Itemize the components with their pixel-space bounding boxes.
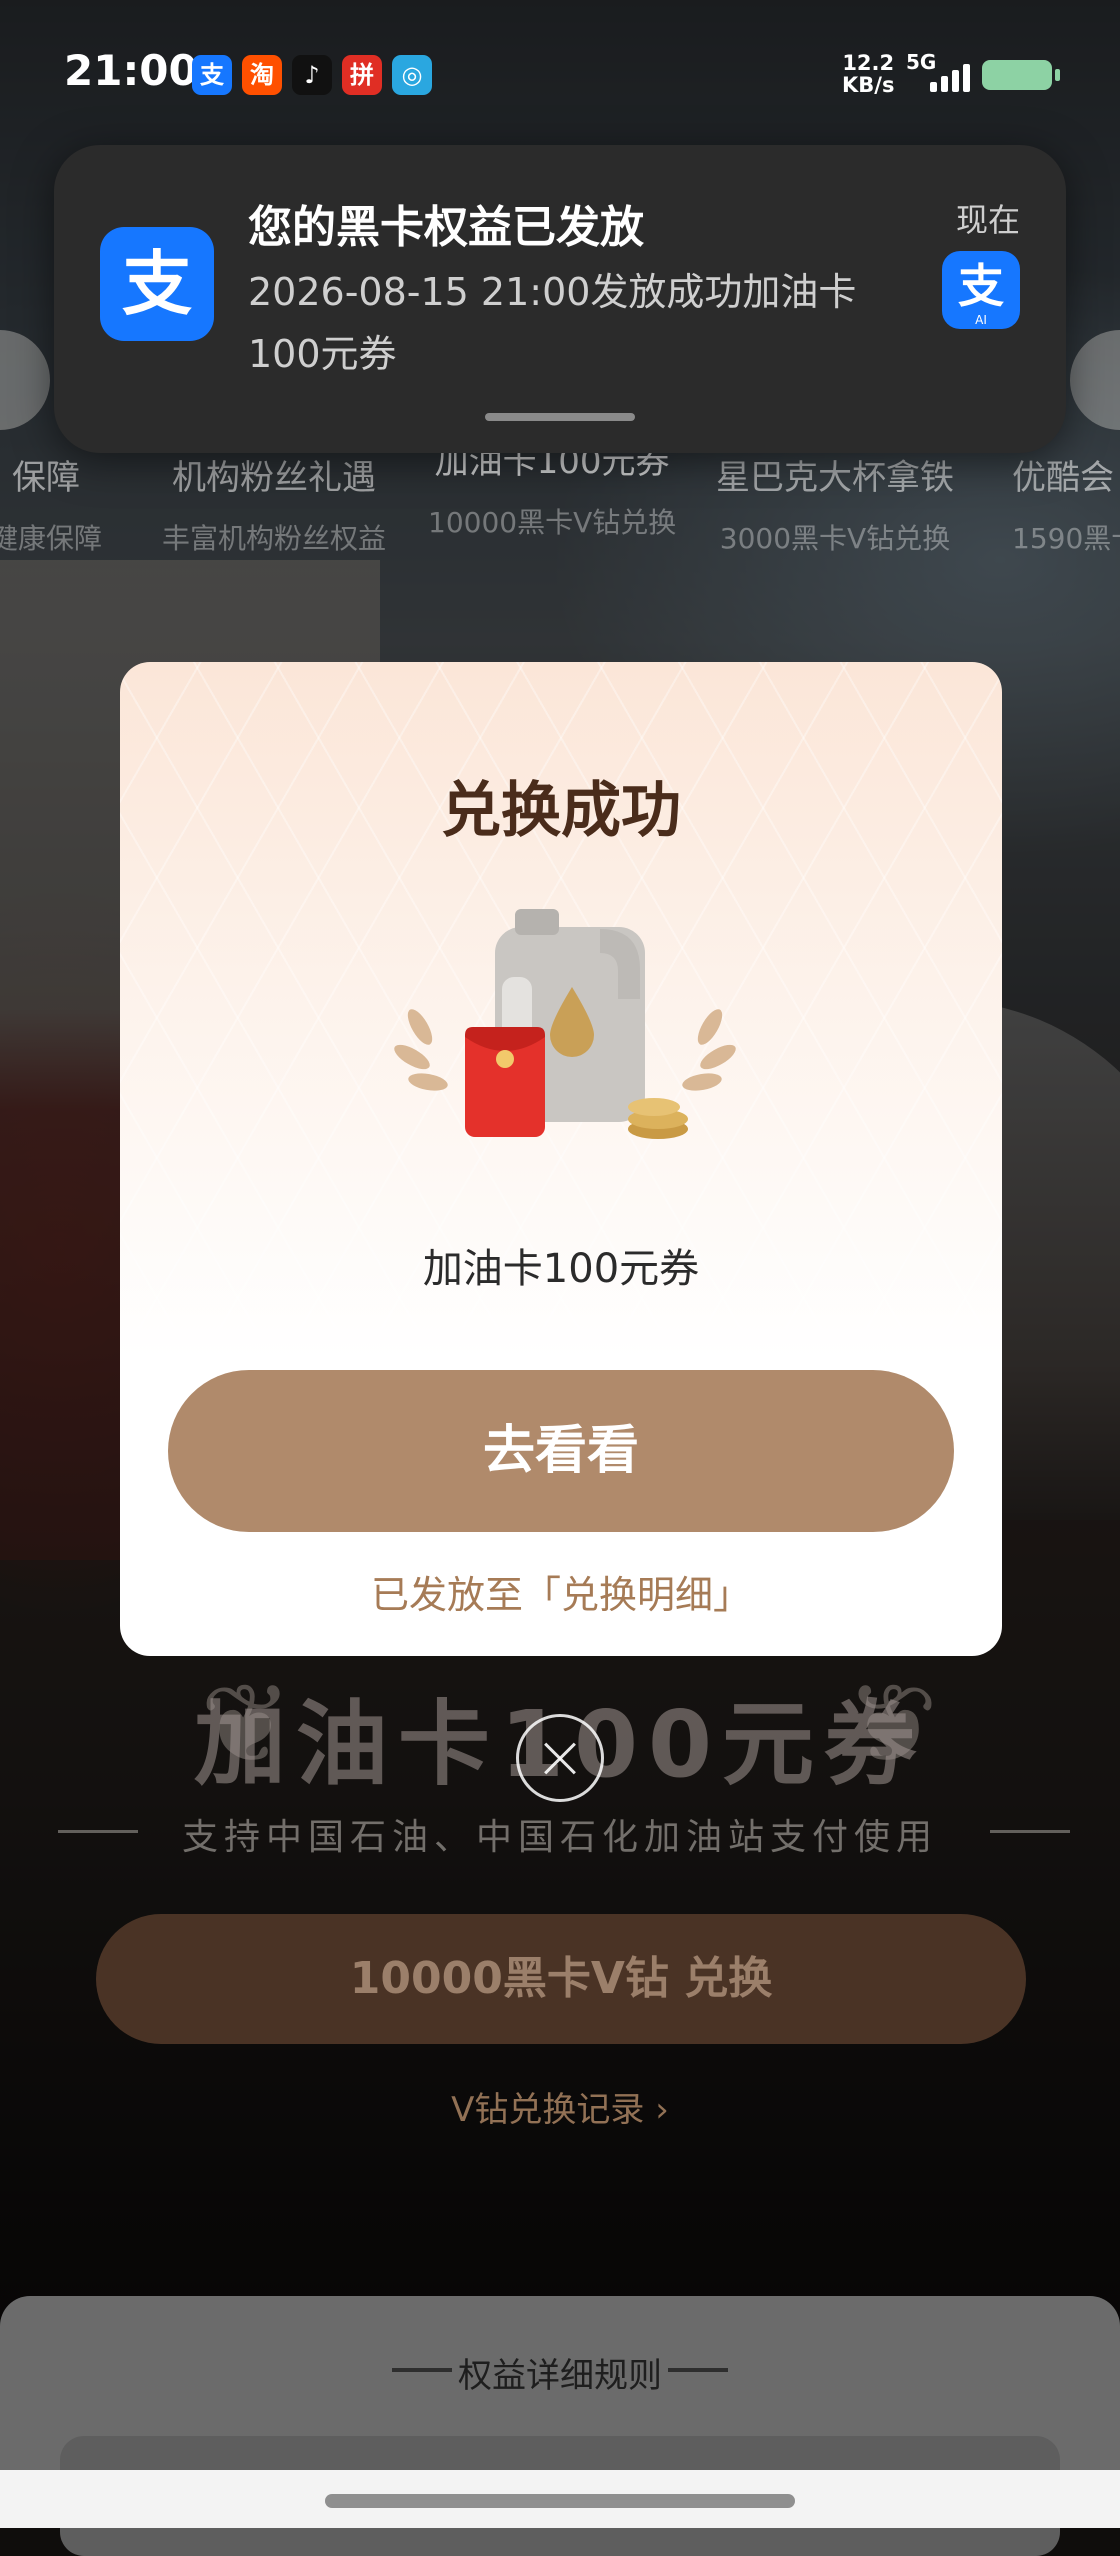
category-title: 星巴克大杯拿铁 bbox=[716, 458, 954, 498]
rules-title: 权益详细规则 bbox=[458, 2356, 662, 2396]
category-title: 保障 bbox=[12, 458, 80, 498]
taobao-icon: 淘 bbox=[242, 55, 282, 95]
battery-icon bbox=[982, 60, 1060, 90]
category-title: 优酷会 bbox=[1012, 458, 1114, 498]
redeem-success-dialog: 兑换成功 加油卡100元券 去看看 已发放至「兑换明细」 bbox=[120, 662, 1002, 1656]
app-icon: ◎ bbox=[392, 55, 432, 95]
category-item[interactable]: 保障 健康保障 bbox=[0, 450, 102, 557]
notification-time: 现在 bbox=[955, 201, 1020, 239]
alipay-app-icon: 支 bbox=[100, 227, 214, 341]
category-subtitle: 健康保障 bbox=[0, 522, 103, 555]
close-icon[interactable] bbox=[516, 1714, 604, 1802]
category-subtitle: 丰富机构粉丝权益 bbox=[162, 522, 387, 555]
notification-title: 您的黑卡权益已发放 bbox=[248, 202, 644, 253]
oil-can-gift-illustration bbox=[394, 909, 736, 1139]
dialog-note[interactable]: 已发放至「兑换明细」 bbox=[120, 1564, 1002, 1619]
redeem-records-link[interactable]: V钻兑换记录 › bbox=[0, 2082, 1120, 2131]
dialog-title: 兑换成功 bbox=[441, 776, 681, 846]
category-item[interactable]: 星巴克大杯拿铁 3000黑卡V钻兑换 bbox=[716, 450, 954, 557]
notification-banner[interactable]: 支 您的黑卡权益已发放 2026-08-15 21:00发放成功加油卡100元券… bbox=[54, 145, 1066, 453]
pinduoduo-icon-glyph: 拼 bbox=[350, 61, 374, 89]
network-speed-value: 12.2 bbox=[842, 51, 895, 75]
alipay-icon: 支 bbox=[192, 55, 232, 95]
pinduoduo-icon: 拼 bbox=[342, 55, 382, 95]
category-subtitle: 1590黑卡 bbox=[1012, 522, 1120, 555]
app-icon-glyph: ◎ bbox=[401, 61, 423, 89]
taobao-icon-glyph: 淘 bbox=[250, 61, 274, 89]
home-indicator[interactable] bbox=[325, 2494, 795, 2508]
alipay-ai-glyph: 支 bbox=[958, 259, 1004, 313]
category-subtitle: 3000黑卡V钻兑换 bbox=[719, 522, 951, 555]
alipay-ai-icon: 支 AI bbox=[942, 251, 1020, 329]
category-item[interactable]: 优酷会 1590黑卡 bbox=[1012, 450, 1120, 557]
douyin-icon: ♪ bbox=[292, 55, 332, 95]
network-speed-unit: KB/s bbox=[842, 73, 895, 97]
product-subtitle: 支持中国石油、中国石化加油站支付使用 bbox=[181, 1817, 938, 1858]
network-speed: 12.2 KB/s bbox=[842, 52, 894, 96]
view-button[interactable]: 去看看 bbox=[168, 1370, 954, 1532]
alipay-ai-label: AI bbox=[975, 313, 987, 327]
alipay-icon-glyph: 支 bbox=[200, 61, 224, 89]
signal-label: 5G bbox=[906, 50, 937, 74]
notification-body: 2026-08-15 21:00发放成功加油卡100元券 bbox=[248, 270, 857, 376]
status-bar: 21:00 支 淘 ♪ 拼 ◎ 12.2 KB/s 5G bbox=[0, 0, 1120, 150]
prize-name: 加油卡100元券 bbox=[422, 1246, 700, 1292]
status-time: 21:00 bbox=[64, 46, 198, 95]
category-item[interactable]: 机构粉丝礼遇 丰富机构粉丝权益 bbox=[162, 450, 386, 557]
notification-handle[interactable] bbox=[485, 413, 635, 421]
category-subtitle: 10000黑卡V钻兑换 bbox=[428, 506, 677, 539]
redeem-button[interactable]: 10000黑卡V钻 兑换 bbox=[96, 1914, 1026, 2044]
douyin-icon-glyph: ♪ bbox=[304, 61, 320, 89]
benefit-category-row: 保障 健康保障 机构粉丝礼遇 丰富机构粉丝权益 加油卡100元券 10000黑卡… bbox=[0, 442, 1120, 600]
rules-deco-right bbox=[668, 2368, 728, 2372]
category-title: 机构粉丝礼遇 bbox=[172, 458, 376, 498]
